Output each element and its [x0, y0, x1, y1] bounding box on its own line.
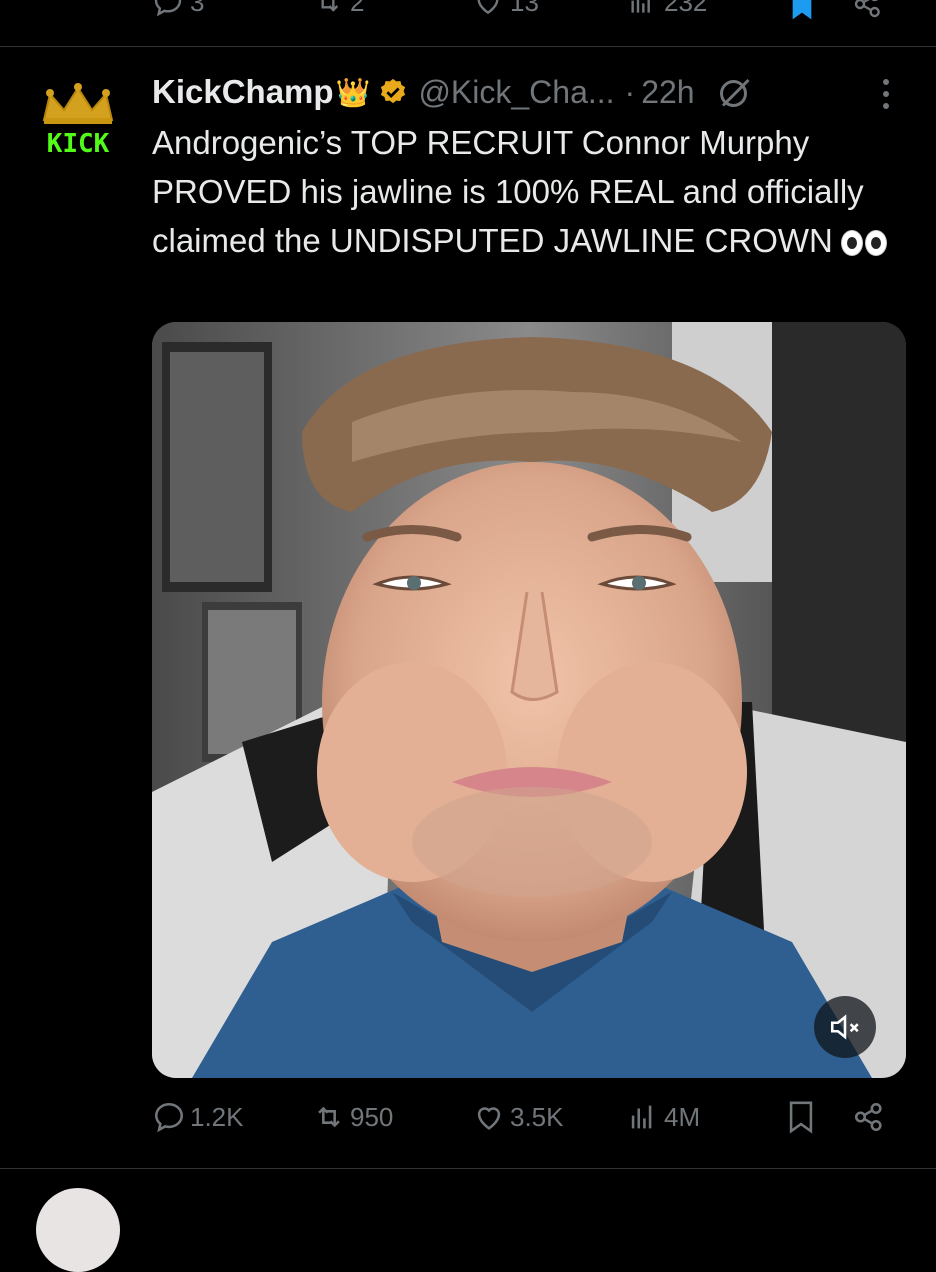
reply-button[interactable]: 3 [152, 0, 204, 18]
views-count: 232 [664, 0, 708, 17]
tweet-header: KickChamp 👑 @Kick_Cha... · 22h [152, 68, 753, 116]
avatar-text: KICK [47, 129, 110, 159]
share-icon [854, 1102, 882, 1132]
repost-button[interactable]: 950 [312, 1100, 393, 1134]
like-count: 13 [510, 0, 539, 17]
reply-count: 1.2K [190, 1101, 244, 1132]
more-options-icon[interactable] [876, 74, 896, 114]
like-button[interactable]: 13 [472, 0, 539, 18]
reply-icon [154, 1102, 184, 1133]
next-tweet-avatar[interactable] [36, 1188, 120, 1272]
repost-button[interactable]: 2 [312, 0, 364, 18]
views-icon [631, 1105, 652, 1129]
reply-icon [154, 0, 182, 17]
video-thumbnail [152, 322, 906, 1078]
verified-badge-icon[interactable] [378, 77, 408, 107]
speaker-muted-icon [830, 1014, 859, 1040]
repost-icon [321, 0, 339, 12]
tweet-divider [0, 1168, 936, 1169]
mute-toggle-button[interactable] [814, 996, 876, 1058]
share-button[interactable] [852, 0, 884, 20]
separator: · [624, 73, 636, 110]
views-count: 4M [664, 1101, 701, 1132]
repost-icon [318, 1106, 340, 1128]
video-player[interactable] [152, 322, 906, 1078]
bookmark-icon [789, 1101, 813, 1134]
like-button[interactable]: 3.5K [472, 1100, 564, 1134]
heart-icon [477, 1107, 501, 1130]
tweet-divider [0, 46, 936, 47]
reply-button[interactable]: 1.2K [152, 1100, 244, 1134]
views-button[interactable]: 232 [626, 0, 707, 18]
tweet-body: Androgenic’s TOP RECRUIT Connor Murphy P… [152, 124, 864, 259]
reply-count: 3 [190, 0, 205, 17]
share-button[interactable] [852, 1100, 886, 1134]
heart-icon [477, 0, 499, 15]
timestamp[interactable]: 22h [641, 74, 694, 111]
bookmark-button[interactable] [784, 1100, 818, 1134]
repost-count: 2 [350, 0, 365, 17]
bookmark-button[interactable] [786, 0, 818, 22]
crown-emoji-icon: 👑 [335, 76, 371, 108]
tweet-text: Androgenic’s TOP RECRUIT Connor Murphy P… [152, 118, 912, 265]
crown-logo-icon: KICK [42, 83, 114, 159]
repost-count: 950 [350, 1101, 394, 1132]
handle[interactable]: @Kick_Cha... [418, 74, 614, 111]
previous-tweet-actions: 3 2 13 232 [0, 0, 936, 46]
views-icon [631, 0, 650, 13]
eyes-emoji-icon [840, 230, 887, 257]
views-button[interactable]: 4M [626, 1100, 700, 1134]
display-name[interactable]: KickChamp [152, 73, 334, 111]
bookmark-filled-icon [792, 0, 812, 20]
like-count: 3.5K [510, 1101, 564, 1132]
avatar[interactable]: KICK [36, 80, 120, 164]
grok-icon[interactable] [717, 74, 753, 110]
share-icon [854, 0, 880, 18]
